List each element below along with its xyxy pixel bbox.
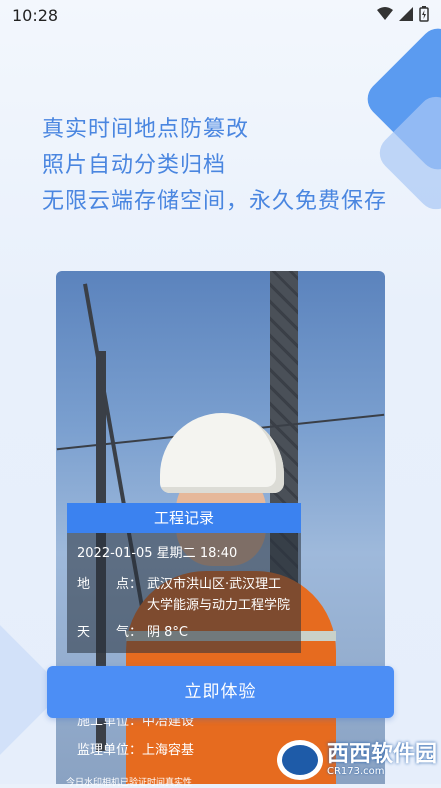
record-weather-row: 天 气： 阴 8°C [77, 622, 291, 643]
record-supervision-label: 监理单位： [77, 743, 143, 758]
site-watermark: 西西软件园 CR173.com [276, 740, 437, 780]
hard-hat [160, 413, 284, 493]
record-supervision-value: 上海容基 [142, 743, 195, 758]
record-location-value: 武汉市洪山区·武汉理工大学能源与动力工程学院 [147, 577, 291, 613]
record-weather-label: 天 气： [77, 625, 143, 640]
headline-line-2: 照片自动分类归档 [42, 153, 227, 178]
record-weather-value: 阴 8°C [147, 625, 188, 640]
signal-icon [399, 7, 413, 21]
record-card: 工程记录 2022-01-05 星期二 18:40 地 点： 武汉市洪山区·武汉… [67, 503, 301, 653]
status-icons [377, 6, 429, 22]
headline-line-1: 真实时间地点防篡改 [42, 117, 250, 142]
watermark-url: CR173.com [326, 765, 385, 777]
record-datetime-row: 2022-01-05 星期二 18:40 [77, 543, 291, 564]
wifi-icon [377, 7, 393, 20]
headline-line-3: 无限云端存储空间，永久免费保存 [42, 189, 388, 214]
record-supervision-row: 监理单位：上海容基 [77, 739, 194, 758]
record-location-row: 地 点： 武汉市洪山区·武汉理工大学能源与动力工程学院 [77, 574, 291, 616]
headline: 真实时间地点防篡改 照片自动分类归档 无限云端存储空间，永久免费保存 [42, 112, 387, 220]
battery-icon [419, 6, 429, 22]
record-body: 2022-01-05 星期二 18:40 地 点： 武汉市洪山区·武汉理工大学能… [67, 533, 301, 653]
try-now-button[interactable]: 立即体验 [47, 666, 394, 718]
record-title: 工程记录 [67, 503, 301, 533]
status-bar: 10:28 [0, 0, 441, 30]
photo-footnote: 今日水印相机已验证时间真实性 [66, 778, 193, 788]
status-time: 10:28 [12, 6, 59, 25]
watermark-brand: 西西软件园 [326, 741, 437, 767]
watermark-logo-icon [276, 740, 323, 780]
record-datetime: 2022-01-05 星期二 18:40 [77, 546, 238, 561]
record-location-label: 地 点： [77, 577, 143, 592]
